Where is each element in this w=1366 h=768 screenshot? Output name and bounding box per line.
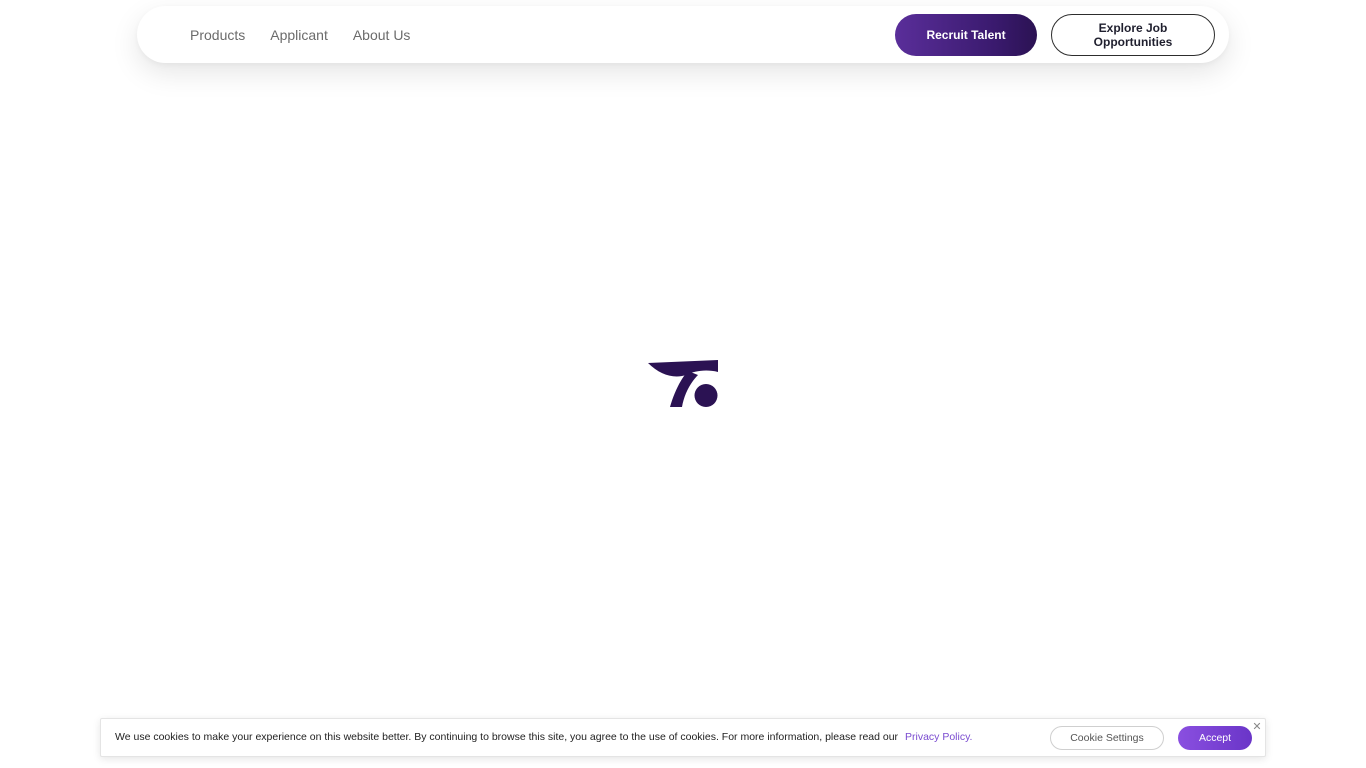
loading-logo <box>646 357 720 409</box>
brand-logo-icon <box>648 360 718 407</box>
nav-actions: Recruit Talent Explore Job Opportunities <box>895 14 1215 56</box>
nav-links: Products Applicant About Us <box>190 6 435 63</box>
nav-link-about-us[interactable]: About Us <box>353 27 411 43</box>
cookie-message: We use cookies to make your experience o… <box>115 719 972 756</box>
close-icon[interactable]: ✕ <box>1251 721 1263 733</box>
nav-link-products[interactable]: Products <box>190 27 245 43</box>
accept-cookies-button[interactable]: Accept <box>1178 726 1252 750</box>
recruit-talent-button[interactable]: Recruit Talent <box>895 14 1037 56</box>
page: Products Applicant About Us Recruit Tale… <box>0 0 1366 768</box>
cookie-text: We use cookies to make your experience o… <box>115 731 899 743</box>
nav-link-applicant[interactable]: Applicant <box>270 27 328 43</box>
cookie-banner: We use cookies to make your experience o… <box>100 718 1266 757</box>
privacy-policy-link[interactable]: Privacy Policy. <box>905 731 973 743</box>
explore-jobs-button[interactable]: Explore Job Opportunities <box>1051 14 1215 56</box>
cookie-settings-button[interactable]: Cookie Settings <box>1050 726 1164 750</box>
top-navbar: Products Applicant About Us Recruit Tale… <box>137 6 1229 63</box>
